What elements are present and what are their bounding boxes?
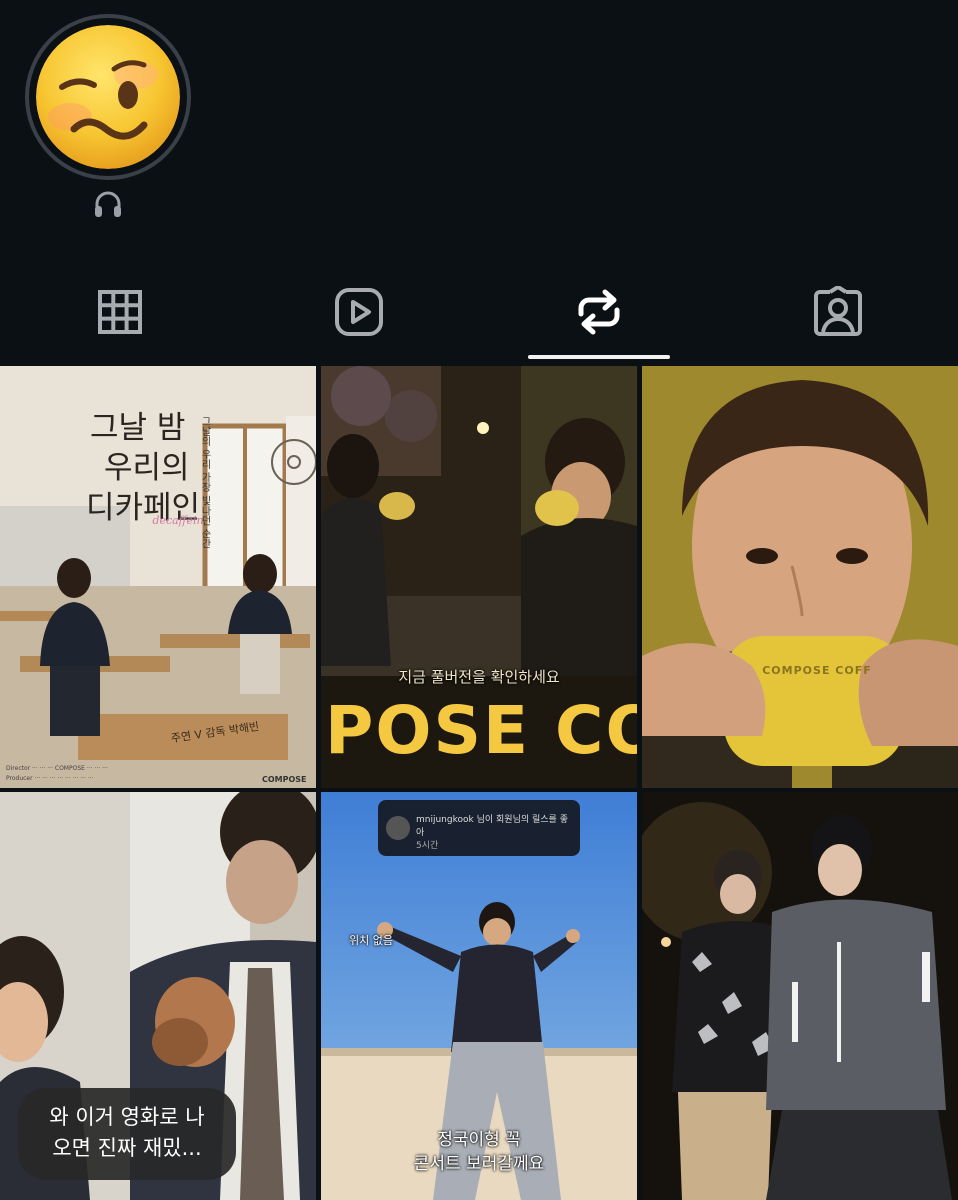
post-tile-jump-reel[interactable]: mnijungkook 님이 회원님의 릴스를 좋아 5시간 위치 없음 정국이… (321, 792, 637, 1200)
reel-subtitle: 정국이형 꼭 콘서트 보러갈께요 (321, 1128, 637, 1176)
profile-header (0, 0, 958, 262)
post-tile-movie-poster[interactable]: Director ··· ··· ··· COMPOSE ··· ··· ···… (0, 366, 316, 788)
notification-avatar (386, 816, 410, 840)
cafe-caption: 지금 풀버전을 확인하세요 (398, 668, 560, 686)
post-tile-cafe-scene[interactable]: 지금 풀버전을 확인하세요 IPOSE CO (321, 366, 637, 788)
post-tile-cup-closeup[interactable]: COMPOSE COFF (642, 366, 958, 788)
poster-side-text: 그날의 우리 가장 빛나던 순간 (199, 416, 210, 549)
reel-notification-chip[interactable]: mnijungkook 님이 회원님의 릴스를 좋아 5시간 (378, 800, 580, 856)
tab-tagged[interactable] (719, 262, 958, 362)
notification-username: mnijungkook (416, 815, 474, 825)
poster-script-subtitle: decaffein (152, 514, 204, 527)
tab-posts[interactable] (0, 262, 240, 362)
reels-play-icon (335, 288, 384, 336)
notification-text: mnijungkook 님이 회원님의 릴스를 좋아 5시간 (416, 814, 576, 853)
comment-line-2: 오면 진짜 재밌... (52, 1136, 202, 1160)
reel-extra-text: 위치 없음 (349, 934, 393, 947)
reel-subtitle-line-1: 정국이형 꼭 (437, 1130, 521, 1150)
comment-bubble[interactable]: 와 이거 영화로 나 오면 진짜 재밌... (18, 1088, 236, 1180)
profile-avatar[interactable] (25, 14, 191, 180)
post-grid: Director ··· ··· ··· COMPOSE ··· ··· ···… (0, 364, 958, 1200)
notification-time: 5시간 (416, 841, 439, 851)
grid-icon (97, 290, 142, 334)
cup-text: COMPOSE COFF (762, 664, 872, 677)
reel-subtitle-line-2: 콘서트 보러갈께요 (413, 1154, 545, 1174)
tab-reposts[interactable] (479, 262, 719, 362)
woozy-face-emoji-icon (36, 25, 180, 169)
poster-brand: COMPOSE (262, 775, 307, 784)
comment-line-1: 와 이거 영화로 나 (49, 1105, 205, 1129)
tagged-person-icon (814, 286, 863, 336)
svg-text:Producer ··· ··· ··· ··· ··· ·: Producer ··· ··· ··· ··· ··· ··· ··· ··· (6, 775, 94, 782)
tab-reels[interactable] (240, 262, 480, 362)
svg-text:Director ··· ··· ··· COMPOSE ·: Director ··· ··· ··· COMPOSE ··· ··· ··· (6, 765, 108, 772)
headphones-icon[interactable] (92, 188, 124, 220)
profile-tabs (0, 262, 958, 362)
repost-icon (578, 289, 620, 335)
post-tile-night-duo[interactable] (642, 792, 958, 1200)
cafe-brand-text: IPOSE CO (321, 692, 637, 769)
